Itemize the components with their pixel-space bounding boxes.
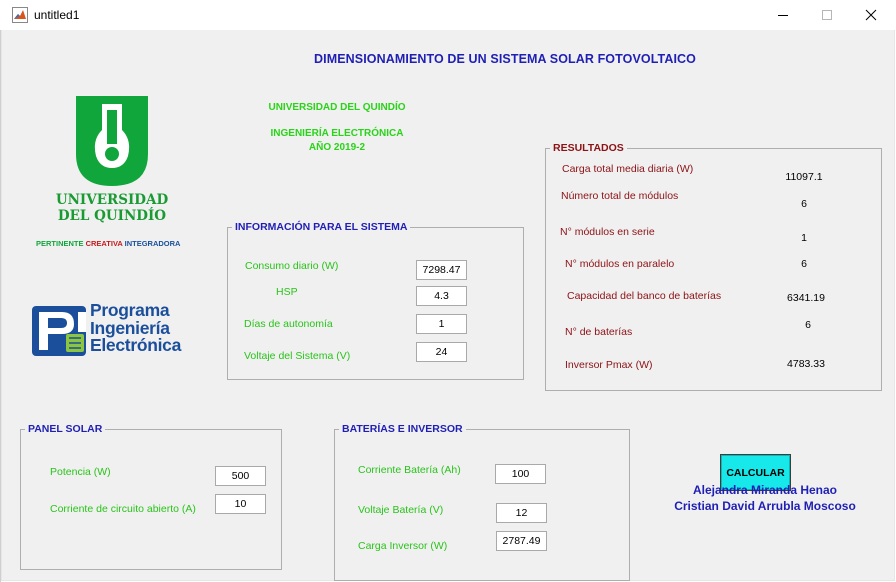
close-icon xyxy=(865,9,877,21)
hsp-input[interactable]: 4.3 xyxy=(416,286,467,306)
voltaje-sistema-label: Voltaje del Sistema (V) xyxy=(244,350,351,362)
modulos-serie-label: N° módulos en serie xyxy=(560,226,655,238)
close-button[interactable] xyxy=(848,0,894,30)
motto-integradora: INTEGRADORA xyxy=(124,239,181,248)
figure-canvas: DIMENSIONAMIENTO DE UN SISTEMA SOLAR FOT… xyxy=(1,30,895,581)
num-baterias-value: 6 xyxy=(805,319,811,331)
carga-total-label: Carga total media diaria (W) xyxy=(562,163,694,175)
corriente-bateria-label: Corriente Batería (Ah) xyxy=(358,464,461,476)
window-title: untitled1 xyxy=(34,8,80,22)
author-1: Alejandra Miranda Henao xyxy=(692,483,838,497)
battery-inverter-panel: BATERÍAS E INVERSOR Corriente Batería (A… xyxy=(334,422,630,581)
voltaje-bateria-input[interactable]: 12 xyxy=(496,503,547,523)
window-titlebar: untitled1 xyxy=(0,0,896,30)
battery-inverter-title: BATERÍAS E INVERSOR xyxy=(339,422,466,436)
carga-total-value: 11097.1 xyxy=(785,171,823,183)
minimize-icon xyxy=(778,15,788,16)
academic-year: AÑO 2019-2 xyxy=(308,142,366,153)
modulos-paralelo-label: N° módulos en paralelo xyxy=(565,258,675,270)
system-info-title: INFORMACIÓN PARA EL SISTEMA xyxy=(232,220,411,234)
solar-panel-title: PANEL SOLAR xyxy=(25,422,106,436)
university-name: UNIVERSIDAD DEL QUINDÍO xyxy=(268,102,406,113)
program-logo-text: Programa Ingeniería Electrónica xyxy=(90,300,182,355)
system-info-panel: INFORMACIÓN PARA EL SISTEMA Consumo diar… xyxy=(227,220,524,380)
author-2: Cristian David Arrubla Moscoso xyxy=(674,499,856,513)
consumo-label: Consumo diario (W) xyxy=(245,260,339,272)
inversor-pmax-value: 4783.33 xyxy=(787,358,825,370)
potencia-label: Potencia (W) xyxy=(50,466,111,478)
minimize-button[interactable] xyxy=(760,0,806,30)
num-baterias-label: N° de baterías xyxy=(565,326,633,338)
autonomia-input[interactable]: 1 xyxy=(416,314,467,334)
modulos-paralelo-value: 6 xyxy=(801,258,807,270)
carga-inversor-input[interactable]: 2787.49 xyxy=(496,531,547,551)
results-panel: RESULTADOS Carga total media diaria (W) … xyxy=(545,141,882,391)
maximize-icon xyxy=(822,10,832,20)
carga-inversor-label: Carga Inversor (W) xyxy=(358,540,448,552)
corriente-circuito-input[interactable]: 10 xyxy=(215,494,266,514)
capacidad-banco-value: 6341.19 xyxy=(787,292,825,304)
maximize-button[interactable] xyxy=(804,0,850,30)
program-logo-line-3: Electrónica xyxy=(90,335,182,355)
page-title: DIMENSIONAMIENTO DE UN SISTEMA SOLAR FOT… xyxy=(314,52,696,66)
logo-line-1: UNIVERSIDAD xyxy=(55,192,169,208)
corriente-circuito-label: Corriente de circuito abierto (A) xyxy=(50,503,196,515)
consumo-input[interactable]: 7298.47 xyxy=(416,260,467,280)
modulos-serie-value: 1 xyxy=(801,232,807,244)
motto-pertinente: PERTINENTE xyxy=(36,239,86,248)
results-title: RESULTADOS xyxy=(550,141,627,155)
program-name: INGENIERÍA ELECTRÓNICA xyxy=(270,128,404,139)
voltaje-bateria-label: Voltaje Batería (V) xyxy=(358,504,444,516)
university-shield-icon xyxy=(76,96,148,186)
solar-panel-panel: PANEL SOLAR Potencia (W) 500 Corriente d… xyxy=(20,422,282,570)
corriente-bateria-input[interactable]: 100 xyxy=(495,464,546,484)
university-logo-text: UNIVERSIDAD DEL QUINDÍO xyxy=(42,192,182,224)
inversor-pmax-label: Inversor Pmax (W) xyxy=(565,359,653,371)
capacidad-banco-label: Capacidad del banco de baterías xyxy=(567,290,722,302)
motto-creativa: CREATIVA xyxy=(85,239,125,248)
program-logo-line-1: Programa xyxy=(90,300,170,320)
matlab-icon xyxy=(12,7,28,23)
modulos-total-label: Número total de módulos xyxy=(561,190,679,202)
voltaje-sistema-input[interactable]: 24 xyxy=(416,342,467,362)
modulos-total-value: 6 xyxy=(801,198,807,210)
autonomia-label: Días de autonomía xyxy=(244,318,333,330)
logo-line-2: DEL QUINDÍO xyxy=(57,208,167,224)
potencia-input[interactable]: 500 xyxy=(215,466,266,486)
university-motto: PERTINENTE CREATIVA INTEGRADORA xyxy=(36,239,180,248)
hsp-label: HSP xyxy=(276,286,298,298)
